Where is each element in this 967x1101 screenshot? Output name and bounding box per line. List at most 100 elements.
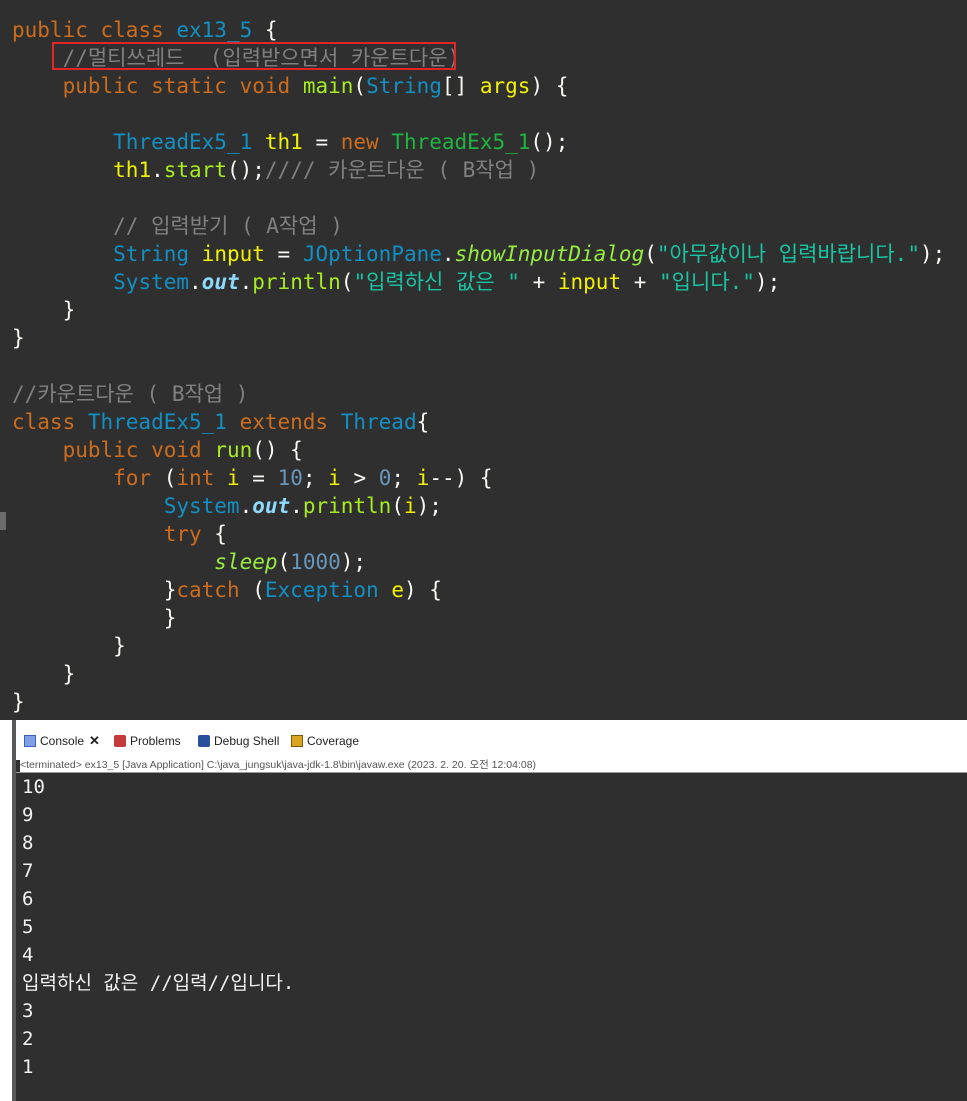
console-output-line: 4: [22, 944, 34, 966]
console-output-line: 8: [22, 832, 34, 854]
code-token: ) {: [530, 74, 569, 98]
code-token: }: [12, 326, 25, 350]
code-token: args: [479, 74, 531, 98]
debug-shell-icon: [198, 735, 210, 747]
code-line: th1.start();//// 카운트다운 ( B작업 ): [12, 156, 539, 184]
code-token: --) {: [429, 466, 493, 490]
close-icon[interactable]: ✕: [89, 733, 100, 749]
tab-console-label: Console: [40, 734, 85, 748]
console-output-line: 3: [22, 1000, 34, 1022]
code-token: }: [12, 634, 126, 658]
code-token: run: [214, 438, 253, 462]
code-token: (: [340, 270, 354, 294]
code-token: static: [151, 74, 240, 98]
code-token: >: [340, 466, 379, 490]
code-token: void: [239, 74, 303, 98]
code-token: JOptionPane: [302, 242, 442, 266]
code-token: );: [416, 494, 442, 518]
code-token: i: [328, 466, 341, 490]
code-token: catch: [176, 578, 253, 602]
code-token: class: [12, 410, 88, 434]
code-line: }: [12, 324, 25, 352]
code-token: "아무값이나 입력바랍니다.": [656, 242, 920, 266]
code-token: showInputDialog: [454, 242, 645, 266]
code-token: th1: [264, 130, 303, 154]
console-left-divider: [12, 720, 16, 1101]
code-token: (: [391, 494, 404, 518]
code-token: ThreadEx5_1: [391, 130, 531, 154]
code-token: public: [62, 438, 152, 462]
code-line: public static void main(String[] args) {: [12, 72, 569, 100]
code-token: .: [151, 158, 164, 182]
code-token: // 입력받기 ( A작업 ): [12, 214, 343, 238]
code-token: input: [557, 270, 622, 294]
code-line: }: [12, 632, 126, 660]
code-token: try: [163, 522, 215, 546]
code-token: }: [12, 606, 177, 630]
code-token: ThreadEx5_1: [113, 130, 265, 154]
code-token: }: [12, 662, 76, 686]
code-token: {: [252, 18, 278, 42]
code-token: }: [12, 578, 177, 602]
console-output-line: 6: [22, 888, 34, 910]
code-token: 10: [277, 466, 303, 490]
problems-icon: [114, 735, 126, 747]
highlight-annotation-box: [52, 42, 456, 70]
coverage-icon: [291, 735, 303, 747]
code-token: void: [151, 438, 215, 462]
code-token: new: [340, 130, 392, 154]
code-token: {: [214, 522, 227, 546]
code-token: ex13_5: [176, 18, 253, 42]
code-line: public void run() {: [12, 436, 303, 464]
code-token: e: [391, 578, 404, 602]
code-line: //카운트다운 ( B작업 ): [12, 380, 248, 408]
code-line: class ThreadEx5_1 extends Thread{: [12, 408, 429, 436]
code-token: //// 카운트다운 ( B작업 ): [264, 158, 540, 182]
status-divider: [16, 772, 967, 773]
code-token: public: [12, 18, 101, 42]
code-token: .: [441, 242, 455, 266]
code-token: =: [239, 466, 278, 490]
code-line: System.out.println("입력하신 값은 " + input + …: [12, 268, 780, 296]
code-token: ) {: [403, 578, 442, 602]
console-left-strip: [0, 720, 12, 1101]
tab-debug-shell[interactable]: Debug Shell: [198, 733, 279, 749]
gutter-marker: [0, 512, 6, 530]
tab-coverage[interactable]: Coverage: [291, 733, 359, 749]
console-panel: Console ✕ Problems Debug Shell Coverage …: [0, 720, 967, 1101]
code-token: i: [404, 494, 417, 518]
code-token: =: [302, 130, 341, 154]
code-token: out: [201, 270, 240, 294]
code-token: (: [277, 550, 291, 574]
console-output-line: 2: [22, 1028, 34, 1050]
code-token: ;: [302, 466, 329, 490]
tab-problems[interactable]: Problems: [114, 733, 181, 749]
code-token: .: [239, 270, 253, 294]
code-token: int: [176, 466, 227, 490]
code-token: sleep: [214, 550, 278, 574]
code-token: i: [416, 466, 430, 490]
console-output-line: 1: [22, 1056, 34, 1078]
code-token: .: [239, 494, 253, 518]
tab-console[interactable]: Console ✕: [24, 733, 100, 749]
tab-coverage-label: Coverage: [307, 734, 360, 748]
code-token: );: [340, 550, 367, 574]
code-token: println: [252, 270, 341, 294]
code-token: public: [62, 74, 152, 98]
console-icon: [24, 735, 36, 747]
code-token: th1: [113, 158, 152, 182]
code-token: ();: [226, 158, 265, 182]
code-token: .: [189, 270, 202, 294]
tab-problems-label: Problems: [130, 734, 181, 748]
code-editor[interactable]: public class ex13_5 { //멀티쓰레드 (입력받으면서 카운…: [0, 0, 967, 720]
code-line: }: [12, 660, 76, 688]
code-token: "입력하신 값은 ": [353, 270, 520, 294]
code-token: ;: [391, 466, 417, 490]
